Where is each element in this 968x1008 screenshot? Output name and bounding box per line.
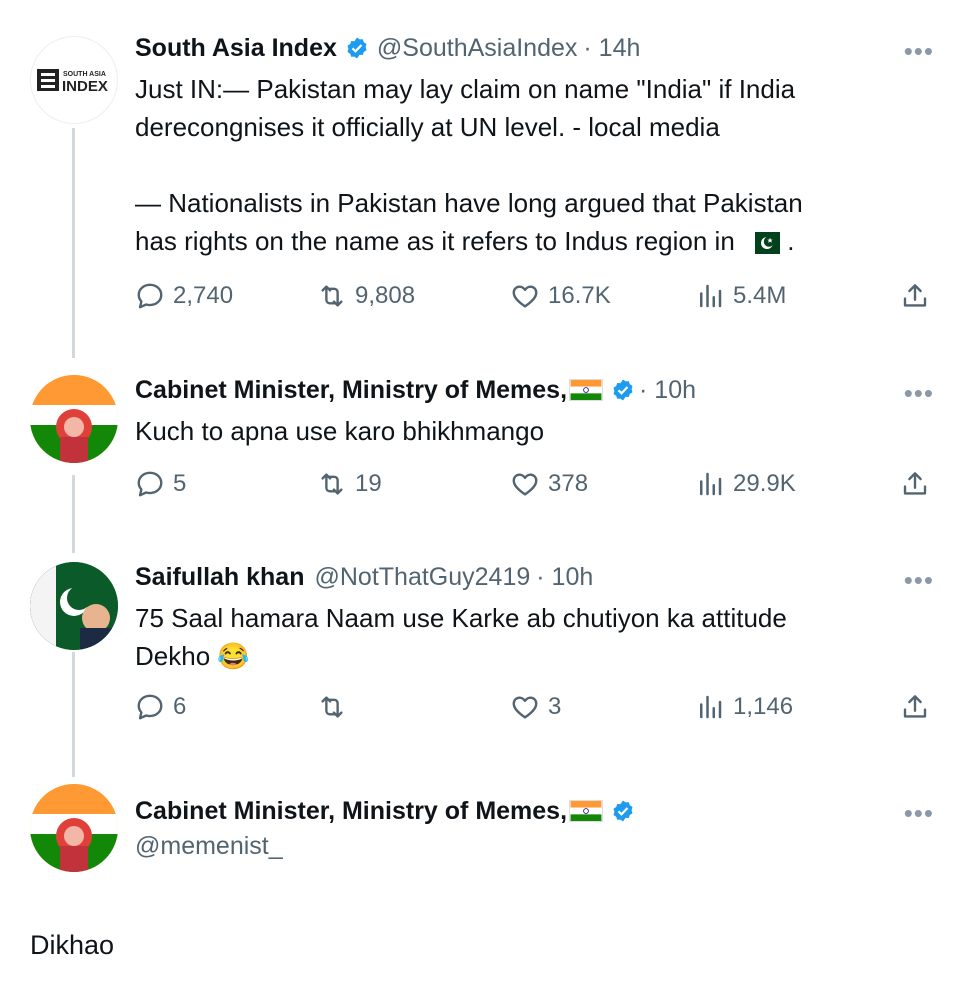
tweet-line: — Nationalists in Pakistan have long arg… [135, 188, 803, 218]
heart-icon [512, 473, 538, 496]
more-options-icon[interactable]: ••• [904, 798, 934, 829]
thread-line-2 [72, 475, 75, 553]
views-button[interactable]: 29.9K [695, 469, 796, 499]
tweet-line: derecongnises it officially at UN level.… [135, 112, 720, 142]
reply-icon [137, 471, 163, 497]
views-button[interactable]: 1,146 [695, 692, 793, 722]
views-button[interactable]: 5.4M [695, 281, 786, 311]
verified-badge-icon [613, 379, 633, 401]
reply-button[interactable]: 6 [135, 692, 186, 722]
display-name[interactable]: South Asia Index [135, 32, 337, 64]
like-count: 16.7K [548, 282, 611, 309]
handle[interactable]: @NotThatGuy2419 [314, 561, 530, 593]
tweet-line-text: Dekho [135, 641, 211, 671]
repost-icon [321, 473, 343, 495]
timestamp[interactable]: · 10h [536, 561, 593, 593]
india-flag-icon [569, 379, 604, 401]
share-icon [903, 472, 927, 495]
views-count: 29.9K [733, 470, 796, 497]
handle[interactable]: @memenist_ [135, 829, 938, 863]
more-options-icon[interactable]: ••• [904, 36, 934, 67]
avatar[interactable] [30, 562, 118, 650]
avatar[interactable] [30, 784, 118, 872]
repost-count: 19 [355, 470, 382, 497]
verified-badge-icon [347, 37, 367, 59]
pakistan-flag-avatar-icon [30, 562, 118, 650]
tweet-header: Saifullah khan @NotThatGuy2419 · 10h [135, 561, 938, 593]
avatar[interactable]: SOUTH ASIA INDEX [30, 36, 118, 124]
tweet-actions: 2,740 9,808 16.7K 5.4M [135, 281, 940, 321]
analytics-icon [700, 472, 722, 496]
like-button[interactable]: 16.7K [510, 281, 611, 311]
tweet-line-last: Dekho 😂 [135, 637, 938, 675]
tweet-text: Kuch to apna use karo bhikhmango [135, 412, 938, 450]
tweet-header: South Asia Index @SouthAsiaIndex · 14h [135, 32, 938, 64]
analytics-icon [700, 284, 722, 308]
share-icon [903, 284, 927, 307]
display-name[interactable]: Cabinet Minister, Ministry of Memes, [135, 374, 567, 406]
share-icon [903, 695, 927, 718]
focused-tweet-text: Dikhao [30, 930, 115, 960]
meme-avatar-icon [30, 375, 118, 463]
tweet-line: 75 Saal hamara Naam use Karke ab chutiyo… [135, 603, 787, 633]
more-options-icon[interactable]: ••• [904, 565, 934, 596]
repost-button[interactable]: 19 [317, 469, 382, 499]
meme-avatar-icon [30, 784, 118, 872]
display-name[interactable]: Saifullah khan [135, 561, 304, 593]
like-button[interactable]: 378 [510, 469, 588, 499]
like-count: 378 [548, 470, 589, 497]
india-flag-icon [569, 800, 604, 822]
tweet-line-last: has rights on the name as it refers to I… [135, 222, 938, 260]
avatar[interactable] [30, 375, 118, 463]
reply-count: 6 [173, 693, 187, 720]
repost-icon [321, 285, 343, 307]
repost-count: 9,808 [355, 282, 416, 309]
thread-line-1 [72, 128, 75, 358]
like-count: 3 [548, 693, 562, 720]
timestamp[interactable]: · 10h [639, 374, 696, 406]
tweet-text: 75 Saal hamara Naam use Karke ab chutiyo… [135, 599, 938, 675]
reply-icon [137, 283, 163, 309]
avatar-logo-small-text: SOUTH ASIA [63, 71, 106, 78]
views-count: 5.4M [733, 282, 787, 309]
display-name[interactable]: Cabinet Minister, Ministry of Memes, [135, 795, 567, 827]
tweet-actions: 5 19 378 29.9K [135, 469, 940, 509]
laughing-emoji: 😂 [217, 641, 250, 671]
share-button[interactable] [900, 692, 938, 722]
tweet-line: Kuch to apna use karo bhikhmango [135, 416, 545, 446]
reply-count: 5 [173, 470, 187, 497]
repost-button[interactable] [317, 692, 355, 722]
reply-button[interactable]: 5 [135, 469, 186, 499]
reply-count: 2,740 [173, 282, 234, 309]
pakistan-flag-icon [746, 232, 781, 255]
analytics-icon [700, 695, 722, 719]
heart-icon [512, 696, 538, 719]
tweet-header: Cabinet Minister, Ministry of Memes, · 1… [135, 374, 938, 406]
repost-icon [321, 696, 343, 718]
reply-button[interactable]: 2,740 [135, 281, 233, 311]
tweet-text: Just IN:— Pakistan may lay claim on name… [135, 70, 938, 260]
tweet-line-end: . [787, 226, 795, 256]
more-options-icon[interactable]: ••• [904, 378, 934, 409]
tweet-line-text: has rights on the name as it refers to I… [135, 226, 735, 256]
tweet-header: Cabinet Minister, Ministry of Memes, [135, 795, 938, 827]
share-button[interactable] [900, 281, 938, 311]
heart-icon [512, 285, 538, 308]
repost-button[interactable]: 9,808 [317, 281, 415, 311]
like-button[interactable]: 3 [510, 692, 561, 722]
tweet-line: Just IN:— Pakistan may lay claim on name… [135, 74, 796, 104]
share-button[interactable] [900, 469, 938, 499]
handle[interactable]: @SouthAsiaIndex [377, 32, 578, 64]
thread-line-3 [72, 652, 75, 777]
avatar-logo-big-text: INDEX [62, 78, 108, 95]
views-count: 1,146 [733, 693, 794, 720]
tweet-actions: 6 3 1,146 [135, 692, 940, 732]
timestamp[interactable]: · 14h [583, 32, 640, 64]
reply-icon [137, 694, 163, 720]
verified-badge-icon [613, 800, 633, 822]
